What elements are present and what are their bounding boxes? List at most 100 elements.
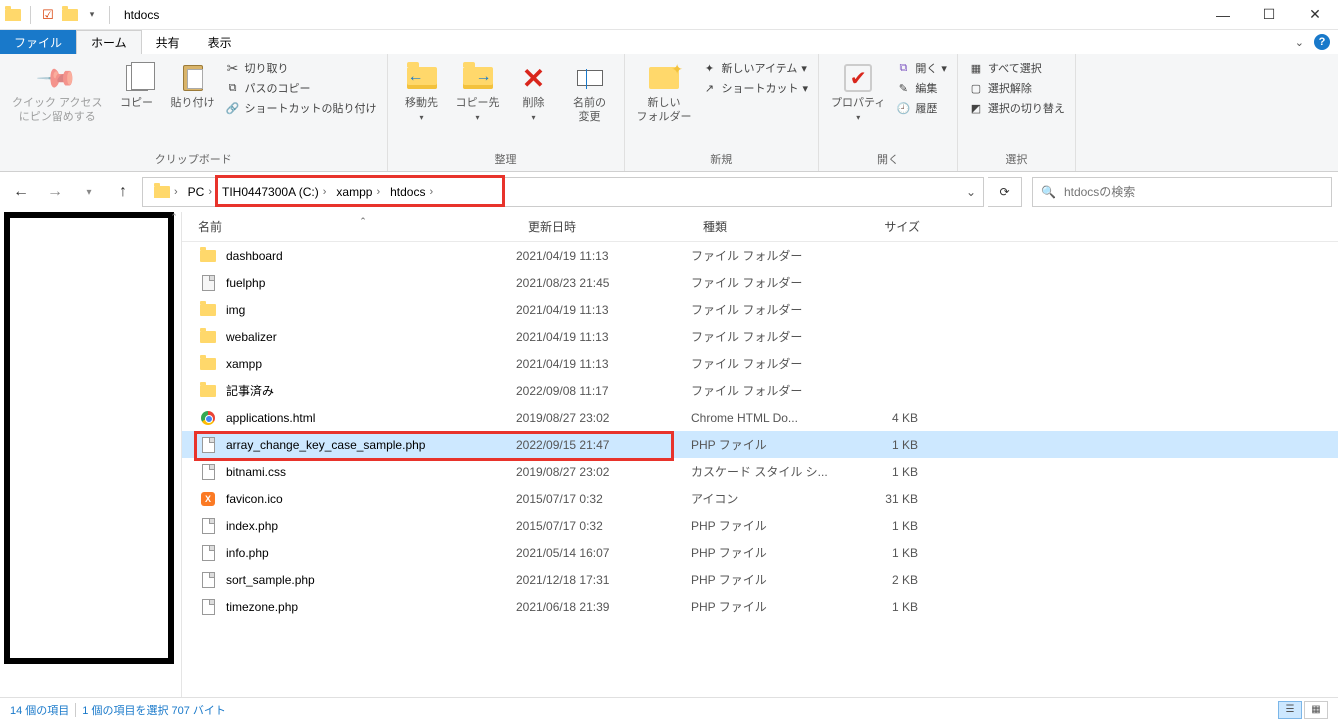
history-button[interactable]: 🕘履歴 xyxy=(895,100,947,116)
cut-button[interactable]: ✂切り取り xyxy=(225,60,377,76)
invertselect-button[interactable]: ◩選択の切り替え xyxy=(968,100,1065,116)
ribbon: 📌 クイック アクセス にピン留めする コピー 貼り付け ✂切り取り ⧉パスのコ… xyxy=(0,54,1338,172)
tab-share[interactable]: 共有 xyxy=(142,30,194,54)
help-icon[interactable]: ? xyxy=(1314,34,1330,50)
newfolder-button[interactable]: 新しい フォルダー xyxy=(631,58,698,128)
folder-icon xyxy=(200,385,216,397)
collapse-ribbon-icon[interactable]: ⌄ xyxy=(1295,36,1304,49)
file-name: fuelphp xyxy=(226,276,516,290)
rename-icon xyxy=(577,70,603,86)
status-selection: 1 個の項目を選択 707 バイト xyxy=(82,702,226,718)
file-row[interactable]: img2021/04/19 11:13ファイル フォルダー xyxy=(182,296,1338,323)
qat-folder2-icon[interactable] xyxy=(61,4,79,26)
file-row[interactable]: sort_sample.php2021/12/18 17:31PHP ファイル2… xyxy=(182,566,1338,593)
properties-button[interactable]: ✔ プロパティ▾ xyxy=(825,58,891,129)
ribbon-tabs: ファイル ホーム 共有 表示 ⌄ ? xyxy=(0,30,1338,54)
file-row[interactable]: 記事済み2022/09/08 11:17ファイル フォルダー xyxy=(182,377,1338,404)
group-select-label: 選択 xyxy=(964,149,1069,171)
file-type: PHP ファイル xyxy=(691,598,846,615)
address-bar[interactable]: › PC› TIH0447300A (C:)› xampp› htdocs› ⌄ xyxy=(142,177,984,207)
selectnone-button[interactable]: ▢選択解除 xyxy=(968,80,1065,96)
pin-to-quickaccess-button[interactable]: 📌 クイック アクセス にピン留めする xyxy=(6,58,109,128)
status-item-count: 14 個の項目 xyxy=(10,702,69,718)
tab-view[interactable]: 表示 xyxy=(194,30,246,54)
copy-path-button[interactable]: ⧉パスのコピー xyxy=(225,80,377,96)
file-row[interactable]: xampp2021/04/19 11:13ファイル フォルダー xyxy=(182,350,1338,377)
forward-button[interactable]: → xyxy=(40,177,70,207)
cut-icon: ✂ xyxy=(225,60,241,76)
file-row[interactable]: webalizer2021/04/19 11:13ファイル フォルダー xyxy=(182,323,1338,350)
up-button[interactable]: ↑ xyxy=(108,177,138,207)
file-type: PHP ファイル xyxy=(691,544,846,561)
open-button[interactable]: ⧉開く ▾ xyxy=(895,60,947,76)
file-row[interactable]: applications.html2019/08/27 23:02Chrome … xyxy=(182,404,1338,431)
moveto-button[interactable]: ← 移動先▾ xyxy=(394,58,450,129)
file-row[interactable]: info.php2021/05/14 16:07PHP ファイル1 KB xyxy=(182,539,1338,566)
file-type: ファイル フォルダー xyxy=(691,274,846,291)
copy-button[interactable]: コピー xyxy=(109,58,165,114)
view-icons-button[interactable]: ▦ xyxy=(1304,701,1328,719)
back-button[interactable]: ← xyxy=(6,177,36,207)
minimize-button[interactable]: — xyxy=(1200,0,1246,30)
close-button[interactable]: ✕ xyxy=(1292,0,1338,30)
col-name[interactable]: ⌃名前 xyxy=(182,218,512,235)
col-date[interactable]: 更新日時 xyxy=(512,218,687,235)
col-size[interactable]: サイズ xyxy=(842,218,932,235)
paste-shortcut-button[interactable]: 🔗ショートカットの貼り付け xyxy=(225,100,377,116)
delete-button[interactable]: ✕ 削除▾ xyxy=(506,58,562,129)
file-date: 2021/04/19 11:13 xyxy=(516,249,691,263)
annotation-navpane-redaction xyxy=(4,212,174,664)
paste-button[interactable]: 貼り付け xyxy=(165,58,221,114)
tab-file[interactable]: ファイル xyxy=(0,30,76,54)
history-icon: 🕘 xyxy=(895,100,911,116)
file-row[interactable]: index.php2015/07/17 0:32PHP ファイル1 KB xyxy=(182,512,1338,539)
file-type: ファイル フォルダー xyxy=(691,301,846,318)
qat-customize-icon[interactable]: ▾ xyxy=(83,4,101,26)
breadcrumb-pc[interactable]: PC› xyxy=(183,178,217,206)
breadcrumb-root-icon[interactable]: › xyxy=(149,178,183,206)
search-input[interactable] xyxy=(1064,185,1323,199)
file-row[interactable]: Xfavicon.ico2015/07/17 0:32アイコン31 KB xyxy=(182,485,1338,512)
folder-icon xyxy=(200,304,216,316)
search-box[interactable]: 🔍 xyxy=(1032,177,1332,207)
file-date: 2021/05/14 16:07 xyxy=(516,546,691,560)
navigation-bar: ← → ▾ ↑ › PC› TIH0447300A (C:)› xampp› h… xyxy=(0,172,1338,212)
view-details-button[interactable]: ☰ xyxy=(1278,701,1302,719)
file-row[interactable]: timezone.php2021/06/18 21:39PHP ファイル1 KB xyxy=(182,593,1338,620)
file-row[interactable]: array_change_key_case_sample.php2022/09/… xyxy=(182,431,1338,458)
recent-button[interactable]: ▾ xyxy=(74,177,104,207)
copy-icon xyxy=(126,65,148,91)
file-name: xampp xyxy=(226,357,516,371)
breadcrumb-xampp[interactable]: xampp› xyxy=(331,178,385,206)
edit-button[interactable]: ✎編集 xyxy=(895,80,947,96)
navigation-pane[interactable]: ⌃ xyxy=(0,212,182,697)
breadcrumb-htdocs[interactable]: htdocs› xyxy=(385,178,438,206)
file-row[interactable]: dashboard2021/04/19 11:13ファイル フォルダー xyxy=(182,242,1338,269)
selectnone-icon: ▢ xyxy=(968,80,984,96)
fuel-icon xyxy=(202,275,215,291)
refresh-button[interactable]: ⟳ xyxy=(988,177,1022,207)
tab-home[interactable]: ホーム xyxy=(76,30,142,54)
file-name: dashboard xyxy=(226,249,516,263)
maximize-button[interactable]: ☐ xyxy=(1246,0,1292,30)
folder-icon xyxy=(200,358,216,370)
newshortcut-button[interactable]: ↗ショートカット ▾ xyxy=(702,80,809,96)
file-icon xyxy=(202,572,215,588)
nav-scroll-up-icon[interactable]: ⌃ xyxy=(170,212,178,223)
group-new-label: 新規 xyxy=(631,149,813,171)
file-row[interactable]: bitnami.css2019/08/27 23:02カスケード スタイル シ.… xyxy=(182,458,1338,485)
address-dropdown-icon[interactable]: ⌄ xyxy=(959,185,983,199)
qat-properties-icon[interactable]: ☑ xyxy=(39,4,57,26)
file-type: ファイル フォルダー xyxy=(691,382,846,399)
copypath-icon: ⧉ xyxy=(225,80,241,96)
file-name: favicon.ico xyxy=(226,492,516,506)
rename-button[interactable]: 名前の 変更 xyxy=(562,58,618,128)
copyto-button[interactable]: → コピー先▾ xyxy=(450,58,506,129)
file-icon xyxy=(202,518,215,534)
newitem-button[interactable]: ✦新しいアイテム ▾ xyxy=(702,60,809,76)
col-type[interactable]: 種類 xyxy=(687,218,842,235)
selectall-button[interactable]: ▦すべて選択 xyxy=(968,60,1065,76)
group-clipboard-label: クリップボード xyxy=(6,149,381,171)
breadcrumb-drive[interactable]: TIH0447300A (C:)› xyxy=(217,178,331,206)
file-row[interactable]: fuelphp2021/08/23 21:45ファイル フォルダー xyxy=(182,269,1338,296)
